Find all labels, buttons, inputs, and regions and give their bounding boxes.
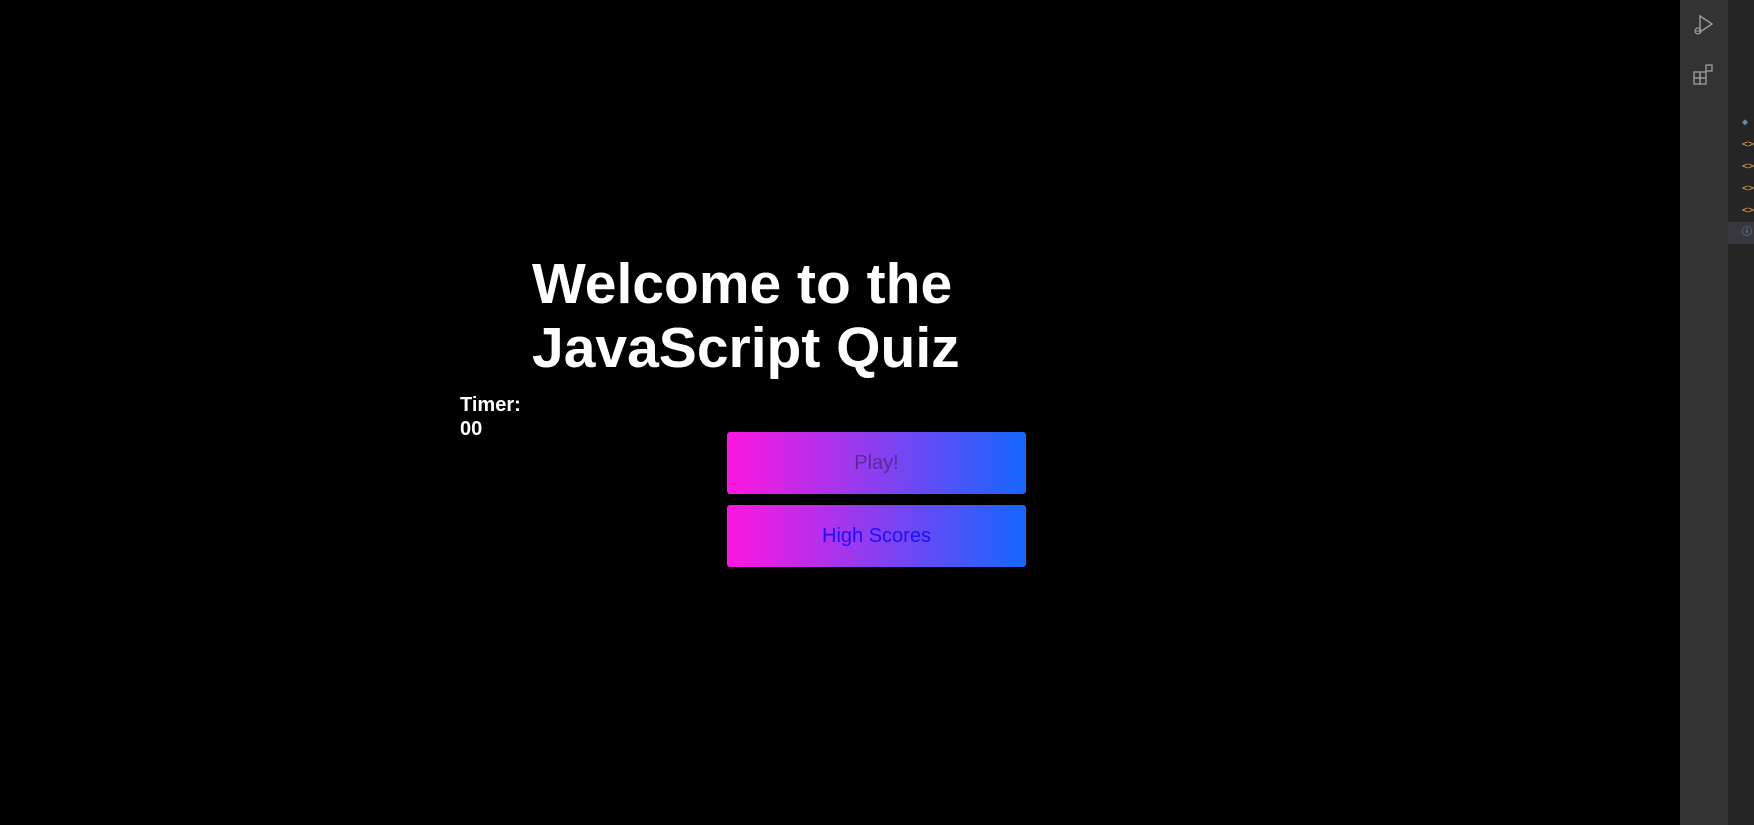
outline-panel: ◆ <> <> <> <> ⓘ	[1728, 0, 1754, 825]
extensions-icon[interactable]	[1692, 62, 1716, 86]
page-title: Welcome to the JavaScript Quiz	[532, 252, 960, 380]
activity-bar	[1680, 0, 1728, 825]
code-icon: <>	[1742, 139, 1754, 150]
play-button[interactable]: Play!	[727, 432, 1026, 494]
code-icon: <>	[1742, 183, 1754, 194]
timer-label: Timer:	[460, 394, 521, 416]
run-debug-icon[interactable]	[1692, 12, 1716, 36]
code-icon: <>	[1742, 205, 1754, 216]
timer: Timer: 00	[460, 393, 540, 441]
file-icon: ◆	[1742, 117, 1749, 128]
browser-preview: Welcome to the JavaScript Quiz Timer: 00…	[0, 0, 1680, 825]
screen: Welcome to the JavaScript Quiz Timer: 00…	[0, 0, 1754, 825]
info-icon: ⓘ	[1742, 227, 1752, 238]
high-scores-button[interactable]: High Scores	[727, 505, 1026, 567]
timer-value: 00	[460, 418, 483, 440]
code-icon: <>	[1742, 161, 1754, 172]
